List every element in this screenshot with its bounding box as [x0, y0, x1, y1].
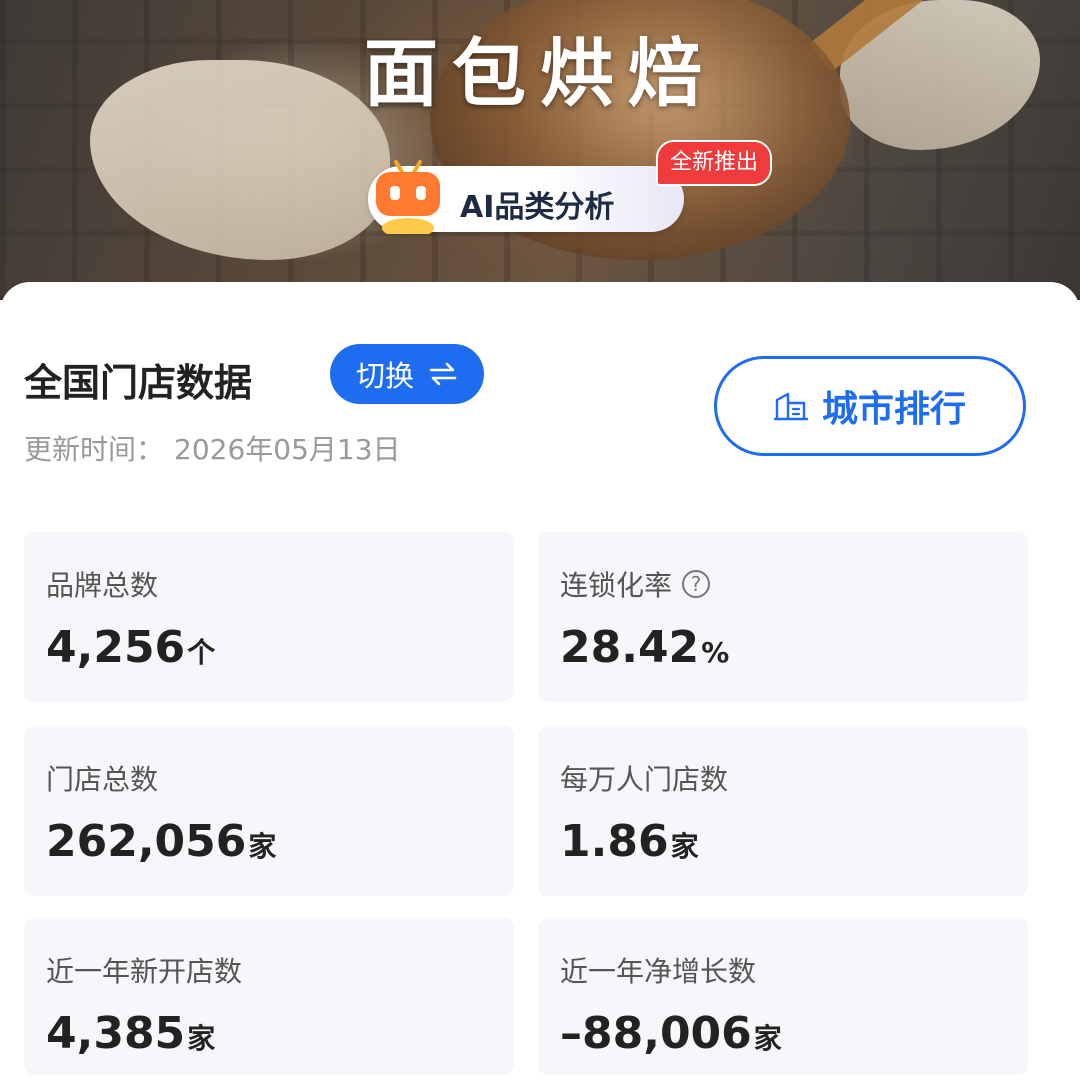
stat-card-store-total: 门店总数 262,056家	[24, 726, 514, 896]
update-time: 更新时间： 2026年05月13日	[24, 428, 401, 468]
city-building-icon	[773, 392, 808, 421]
ai-robot-mascot-icon	[376, 160, 440, 234]
stat-card-stores-per-10k: 每万人门店数 1.86家	[538, 726, 1028, 896]
stat-value: 4,385家	[46, 1008, 216, 1059]
city-ranking-button[interactable]: 城市排行	[714, 356, 1026, 456]
ai-analysis-label: AI品类分析	[460, 190, 615, 225]
city-ranking-label: 城市排行	[821, 389, 966, 430]
stat-value: 1.86家	[560, 816, 699, 867]
switch-label: 切换	[355, 359, 414, 393]
update-time-label: 更新时间：	[24, 433, 165, 466]
category-title: 面包烘焙	[364, 31, 716, 117]
swap-arrows-icon	[429, 362, 457, 386]
stat-label: 品牌总数	[46, 569, 159, 602]
page-title: 全国门店数据	[24, 361, 253, 405]
stat-label: 每万人门店数	[560, 763, 729, 796]
stat-label: 近一年净增长数	[560, 955, 757, 988]
stat-value: –88,006家	[560, 1008, 782, 1059]
stat-card-brand-total: 品牌总数 4,256个	[24, 532, 514, 702]
stat-label: 连锁化率?	[560, 564, 711, 604]
stat-label: 门店总数	[46, 763, 159, 796]
help-icon[interactable]: ?	[682, 570, 711, 598]
stat-value: 28.42%	[560, 622, 730, 673]
stat-card-new-stores-year: 近一年新开店数 4,385家	[24, 918, 514, 1075]
stat-card-chain-rate: 连锁化率? 28.42%	[538, 532, 1028, 702]
new-badge: 全新推出	[656, 140, 773, 186]
update-time-value: 2026年05月13日	[174, 433, 401, 466]
stat-value: 4,256个	[46, 622, 216, 673]
stat-value: 262,056家	[46, 816, 277, 867]
stat-card-net-growth-year: 近一年净增长数 –88,006家	[538, 918, 1028, 1075]
stat-label: 近一年新开店数	[46, 955, 243, 988]
category-banner: 面包烘焙 AI品类分析 全新推出	[0, 0, 1080, 300]
switch-button[interactable]: 切换	[330, 344, 484, 404]
